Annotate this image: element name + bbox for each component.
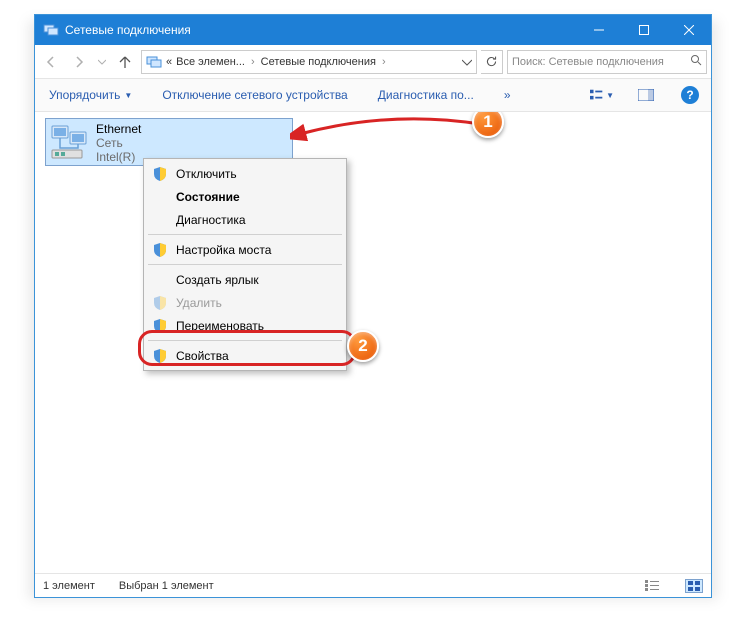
adapter-name: Ethernet	[96, 122, 141, 136]
breadcrumb-item[interactable]: Все элемен...	[176, 56, 245, 68]
shield-icon	[152, 242, 168, 258]
window-title: Сетевые подключения	[65, 23, 576, 37]
status-selected-count: Выбран 1 элемент	[119, 580, 214, 592]
command-bar: Упорядочить ▼ Отключение сетевого устрой…	[35, 79, 711, 112]
disable-device-button[interactable]: Отключение сетевого устройства	[156, 84, 353, 106]
refresh-button[interactable]	[481, 50, 503, 74]
preview-pane-button[interactable]	[633, 84, 659, 106]
large-icons-view-button[interactable]	[685, 579, 703, 593]
close-button[interactable]	[666, 15, 711, 45]
ctx-diagnostics[interactable]: Диагностика	[146, 208, 344, 231]
ctx-shortcut[interactable]: Создать ярлык	[146, 268, 344, 291]
help-button[interactable]: ?	[677, 84, 703, 106]
breadcrumb-prefix: «	[166, 56, 172, 68]
chevron-right-icon[interactable]: ›	[382, 56, 386, 68]
breadcrumb-bar[interactable]: « Все элемен... › Сетевые подключения ›	[141, 50, 477, 74]
ctx-bridge[interactable]: Настройка моста	[146, 238, 344, 261]
search-placeholder: Поиск: Сетевые подключения	[512, 56, 664, 68]
control-panel-icon	[146, 54, 162, 70]
view-options-button[interactable]: ▼	[589, 84, 615, 106]
address-bar: « Все элемен... › Сетевые подключения › …	[35, 45, 711, 79]
address-dropdown-icon[interactable]	[462, 57, 472, 67]
overflow-button[interactable]: »	[498, 84, 517, 106]
search-icon	[690, 54, 702, 69]
content-area: Ethernet Сеть Intel(R) Отключить Состоян…	[35, 112, 711, 573]
up-button[interactable]	[113, 50, 137, 74]
shield-icon	[152, 166, 168, 182]
separator	[148, 264, 342, 265]
diagnose-button[interactable]: Диагностика по...	[372, 84, 480, 106]
callout-2: 2	[347, 330, 379, 362]
chevron-right-icon[interactable]: ›	[251, 56, 255, 68]
ctx-delete: Удалить	[146, 291, 344, 314]
back-button[interactable]	[39, 50, 63, 74]
network-adapter-icon	[50, 122, 90, 162]
callout-1: 1	[472, 112, 504, 138]
app-icon	[43, 22, 59, 38]
adapter-device: Intel(R)	[96, 150, 141, 164]
details-view-button[interactable]	[643, 579, 661, 593]
shield-icon	[152, 295, 168, 311]
ctx-disable[interactable]: Отключить	[146, 162, 344, 185]
annotation-box-properties	[138, 330, 356, 366]
organize-button[interactable]: Упорядочить ▼	[43, 84, 138, 106]
separator	[148, 234, 342, 235]
title-bar: Сетевые подключения	[35, 15, 711, 45]
minimize-button[interactable]	[576, 15, 621, 45]
window-network-connections: Сетевые подключения «	[34, 14, 712, 598]
status-item-count: 1 элемент	[43, 580, 95, 592]
search-input[interactable]: Поиск: Сетевые подключения	[507, 50, 707, 74]
annotation-arrow-1	[290, 112, 490, 152]
breadcrumb-item[interactable]: Сетевые подключения	[261, 56, 376, 68]
dropdown-icon: ▼	[124, 91, 132, 100]
status-bar: 1 элемент Выбран 1 элемент	[35, 573, 711, 597]
forward-button[interactable]	[67, 50, 91, 74]
ctx-status[interactable]: Состояние	[146, 185, 344, 208]
recent-dropdown[interactable]	[95, 50, 109, 74]
maximize-button[interactable]	[621, 15, 666, 45]
adapter-network: Сеть	[96, 136, 141, 150]
